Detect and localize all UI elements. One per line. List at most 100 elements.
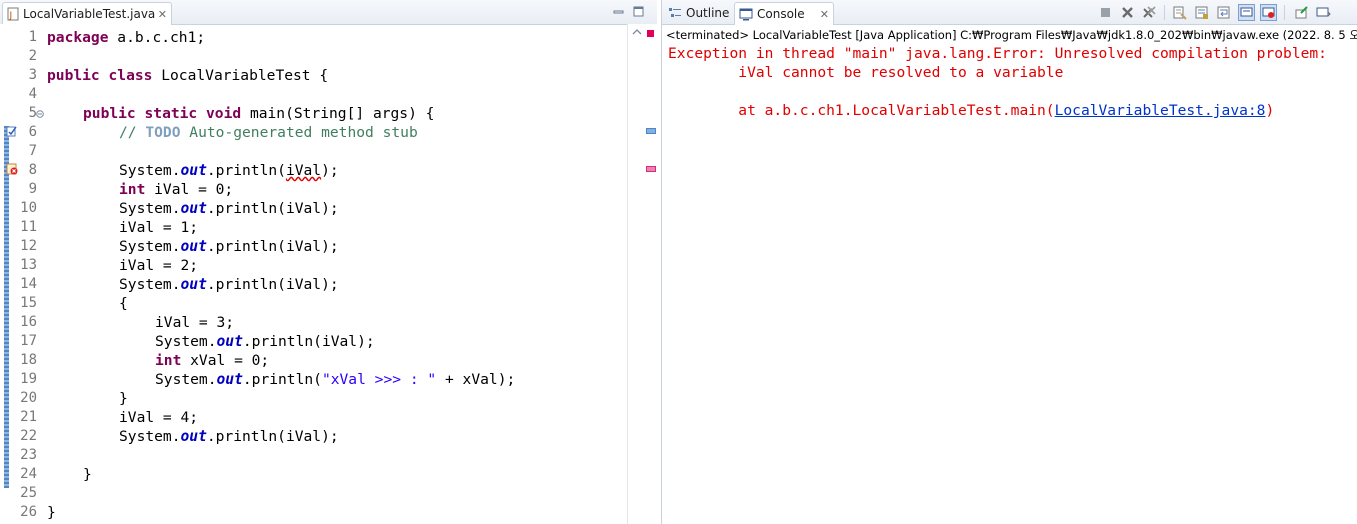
code-text: iVal <box>285 276 322 293</box>
line-number: 19 <box>20 371 37 387</box>
field: out <box>180 276 207 293</box>
code-text: .println( <box>206 428 286 445</box>
line-number: 25 <box>20 485 37 501</box>
code-line: System.out.println("xVal >>> : " + xVal)… <box>155 370 515 389</box>
code-text: iVal = 0; <box>145 181 234 198</box>
code-text: .println( <box>206 276 286 293</box>
code-line: System.out.println(iVal); <box>119 199 339 218</box>
stack-frame-link[interactable]: LocalVariableTest.java:8 <box>1055 102 1266 119</box>
code-line: System.out.println(iVal); <box>119 161 339 180</box>
error-overview-marker[interactable] <box>646 166 656 172</box>
tab-outline[interactable]: Outline <box>664 2 738 24</box>
word-wrap-icon[interactable] <box>1216 5 1231 20</box>
line-number: 17 <box>20 333 37 349</box>
error-marker-icon[interactable] <box>6 163 18 175</box>
scroll-lock-icon[interactable] <box>1194 5 1209 20</box>
editor-pane: J LocalVariableTest.java ✕ 1 2 3 4 5 6 7… <box>0 0 658 524</box>
console-error-line: iVal cannot be resolved to a variable <box>668 64 1064 81</box>
code-line: { <box>119 295 128 312</box>
line-number: 16 <box>20 314 37 330</box>
code-line: public class LocalVariableTest { <box>47 66 328 85</box>
minimize-icon[interactable] <box>612 5 625 18</box>
string-literal: "xVal >>> : " <box>321 371 437 388</box>
code-line: System.out.println(iVal); <box>119 427 339 446</box>
code-text: iVal <box>285 238 322 255</box>
tab-console[interactable]: Console ✕ <box>734 2 834 25</box>
field: out <box>180 238 207 255</box>
code-text: + xVal); <box>436 371 516 388</box>
line-number: 7 <box>28 143 37 159</box>
task-overview-marker[interactable] <box>646 128 656 134</box>
code-text: System. <box>119 162 181 179</box>
toolbar-separator <box>1164 5 1165 20</box>
error-indicator-icon[interactable] <box>647 30 654 37</box>
code-line: package a.b.c.ch1; <box>47 28 205 47</box>
line-number: 23 <box>20 447 37 463</box>
terminate-icon[interactable] <box>1098 5 1113 20</box>
editor-tab-localvariabletest[interactable]: J LocalVariableTest.java ✕ <box>2 2 172 25</box>
outline-icon <box>669 8 681 17</box>
toolbar-separator <box>1284 5 1285 20</box>
line-number: 10 <box>20 200 37 216</box>
task-marker-icon[interactable] <box>6 125 18 137</box>
keyword: int <box>155 352 182 369</box>
code-text: ); <box>357 333 375 350</box>
code-editor[interactable]: package a.b.c.ch1; public class LocalVar… <box>47 24 627 524</box>
console-stack-line: at a.b.c.ch1.LocalVariableTest.main(Loca… <box>668 101 1274 120</box>
line-number: 5 <box>28 105 37 121</box>
fold-toggle-icon[interactable] <box>36 110 44 118</box>
line-number: 11 <box>20 219 37 235</box>
code-line: } <box>119 390 128 407</box>
field: out <box>180 428 207 445</box>
code-text: ); <box>321 276 339 293</box>
show-console-on-stderr-icon[interactable] <box>1260 4 1277 21</box>
line-number: 2 <box>28 48 37 64</box>
line-number: 9 <box>28 181 37 197</box>
chevron-up-icon[interactable] <box>632 28 642 36</box>
overview-ruler[interactable] <box>627 24 658 524</box>
code-line: public static void main(String[] args) { <box>83 104 434 123</box>
line-number: 1 <box>28 29 37 45</box>
code-text: iVal <box>285 200 322 217</box>
code-text: .println( <box>206 238 286 255</box>
display-selected-console-icon[interactable] <box>1316 5 1331 20</box>
close-icon[interactable]: ✕ <box>158 8 167 21</box>
code-line: iVal = 3; <box>155 314 235 331</box>
line-number-gutter: 1 2 3 4 5 6 7 8 9 10 11 12 13 14 15 16 1… <box>0 24 44 524</box>
line-number: 12 <box>20 238 37 254</box>
field: out <box>216 371 243 388</box>
tab-console-label: Console <box>757 7 805 21</box>
line-number: 22 <box>20 428 37 444</box>
code-line: } <box>47 504 56 521</box>
svg-text:J: J <box>9 11 13 21</box>
code-line: System.out.println(iVal); <box>119 237 339 256</box>
code-line: iVal = 1; <box>119 219 199 236</box>
clear-console-icon[interactable] <box>1172 5 1187 20</box>
code-text: ); <box>321 200 339 217</box>
stack-frame-text: ) <box>1265 102 1275 119</box>
code-text: a.b.c.ch1; <box>108 29 206 46</box>
code-text: iVal <box>285 428 322 445</box>
code-text: System. <box>119 428 181 445</box>
close-icon[interactable]: ✕ <box>820 8 829 21</box>
code-text: .println( <box>242 371 322 388</box>
line-number: 15 <box>20 295 37 311</box>
keyword: public class <box>47 67 153 84</box>
console-icon <box>739 8 753 21</box>
show-console-on-stdout-icon[interactable] <box>1238 4 1255 21</box>
code-line: } <box>83 466 92 483</box>
pin-console-icon[interactable] <box>1294 5 1309 20</box>
code-text: System. <box>119 276 181 293</box>
error-identifier[interactable]: iVal <box>286 162 321 179</box>
code-text: .println( <box>206 162 286 179</box>
field: out <box>216 333 243 350</box>
comment: Auto-generated method stub <box>180 124 418 141</box>
field: out <box>180 200 207 217</box>
code-text: .println( <box>206 200 286 217</box>
line-number: 3 <box>28 67 37 83</box>
code-line: iVal = 4; <box>119 409 199 426</box>
remove-all-terminated-icon[interactable] <box>1142 5 1157 20</box>
code-text: ); <box>321 238 339 255</box>
maximize-icon[interactable] <box>632 5 645 18</box>
remove-launch-icon[interactable] <box>1120 5 1135 20</box>
